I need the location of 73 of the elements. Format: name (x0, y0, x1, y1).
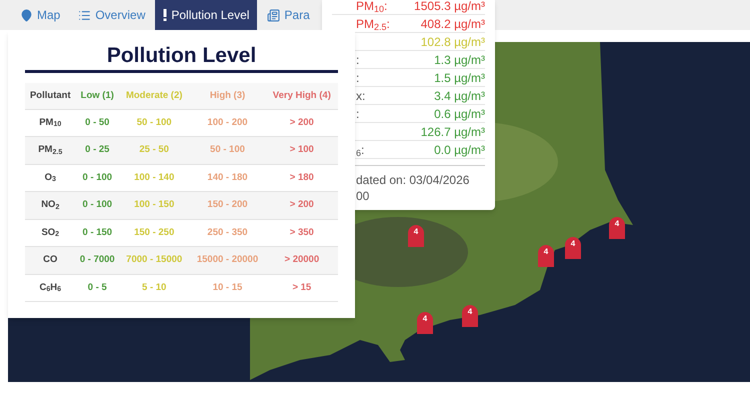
pollutant-value: 3.4 µg/m³ (434, 88, 485, 102)
map-marker[interactable]: 4 (609, 217, 625, 239)
pollutant-label: : (356, 106, 360, 120)
table-cell: C$_{6}$H$_{6}$ (39, 282, 62, 293)
table-cell: 0 - 100 (82, 172, 112, 183)
table-cell: 0 - 50 (85, 116, 110, 128)
table-cell: 50 - 100 (210, 144, 245, 156)
map-pin-icon (20, 8, 33, 22)
pollutant-value: 408.2 µg/m³ (420, 16, 485, 30)
table-cell: PM$_{2.5}$ (38, 144, 62, 156)
tab[interactable]: Pollution Level (155, 0, 258, 30)
column-header: Very High (4) (272, 90, 331, 101)
column-header: High (3) (210, 90, 246, 101)
table-cell: 150 - 200 (207, 199, 248, 210)
panel-title: Pollution Level (25, 44, 338, 73)
list-icon (78, 8, 92, 22)
map-marker[interactable]: 4 (417, 312, 433, 334)
column-header: Moderate (2) (126, 90, 182, 101)
column-header: Low (1) (80, 90, 114, 101)
update-text: dated on: 03/04/2026 (356, 172, 470, 188)
table-cell: 100 - 140 (134, 172, 174, 183)
map-marker[interactable]: 4 (462, 305, 478, 327)
table-cell: > 15 (292, 282, 312, 293)
pollutant-value: 0.0 µg/m³ (434, 142, 485, 156)
table-cell: 0 - 25 (85, 144, 110, 156)
pollutant-value: 0.6 µg/m³ (434, 106, 485, 120)
update-text: 00 (356, 188, 370, 204)
pollutant-label: PM$_{2.5}$: (356, 16, 390, 30)
table-cell: 50 - 100 (136, 116, 172, 128)
pollutant-label: x: (356, 88, 366, 102)
table-cell: 5 - 10 (142, 282, 166, 293)
table-cell: SO$_{2}$ (41, 226, 60, 238)
table-cell: 140 - 180 (207, 172, 248, 183)
table-cell: > 200 (290, 199, 314, 210)
table-cell: O$_{3}$ (44, 172, 56, 183)
column-header: Pollutant (30, 90, 71, 101)
table-cell: > 200 (290, 116, 314, 128)
map-marker[interactable]: 4 (565, 237, 581, 259)
table-cell: 150 - 250 (134, 226, 174, 238)
table-cell: > 100 (290, 144, 314, 156)
pollutant-value: 102.8 µg/m³ (420, 34, 485, 48)
table-cell: 10 - 15 (212, 282, 242, 293)
table-cell: 25 - 50 (139, 144, 169, 156)
tab[interactable]: Para (259, 0, 318, 30)
exclamation-icon (163, 9, 168, 21)
table-cell: 250 - 350 (207, 226, 248, 238)
pollutant-label: : (356, 52, 360, 66)
map-marker[interactable]: 4 (538, 245, 554, 267)
table-cell: 0 - 5 (88, 282, 107, 293)
table-cell: 100 - 200 (207, 116, 248, 128)
table-cell: > 350 (290, 226, 314, 238)
pollutant-label: : (356, 70, 360, 84)
pollutant-value: 126.7 µg/m³ (420, 124, 485, 138)
tab[interactable]: Map (12, 0, 68, 30)
pollutant-value: 1.3 µg/m³ (434, 52, 485, 66)
pollutant-label: $_{6}$: (356, 142, 364, 156)
table-cell: PM$_{10}$ (39, 116, 62, 128)
table-cell: 7000 - 15000 (126, 254, 182, 266)
table-cell: > 180 (290, 172, 314, 183)
table-cell: NO$_{2}$ (41, 199, 60, 210)
table-cell: 15000 - 20000 (196, 254, 258, 266)
pollutant-value: 1.5 µg/m³ (434, 70, 485, 84)
pollutant-value: 1505.3 µg/m³ (414, 0, 485, 12)
table-cell: 0 - 7000 (80, 254, 115, 266)
table-cell: CO (43, 254, 58, 266)
table-cell: 0 - 100 (82, 199, 112, 210)
table-cell: 0 - 150 (82, 226, 112, 238)
table-cell: > 20000 (284, 254, 320, 266)
pollutant-label: PM$_{10}$: (356, 0, 388, 12)
document-icon (267, 8, 280, 22)
table-cell: 100 - 150 (134, 199, 174, 210)
map-marker[interactable]: 4 (408, 225, 424, 247)
tab[interactable]: Overview (70, 0, 154, 30)
